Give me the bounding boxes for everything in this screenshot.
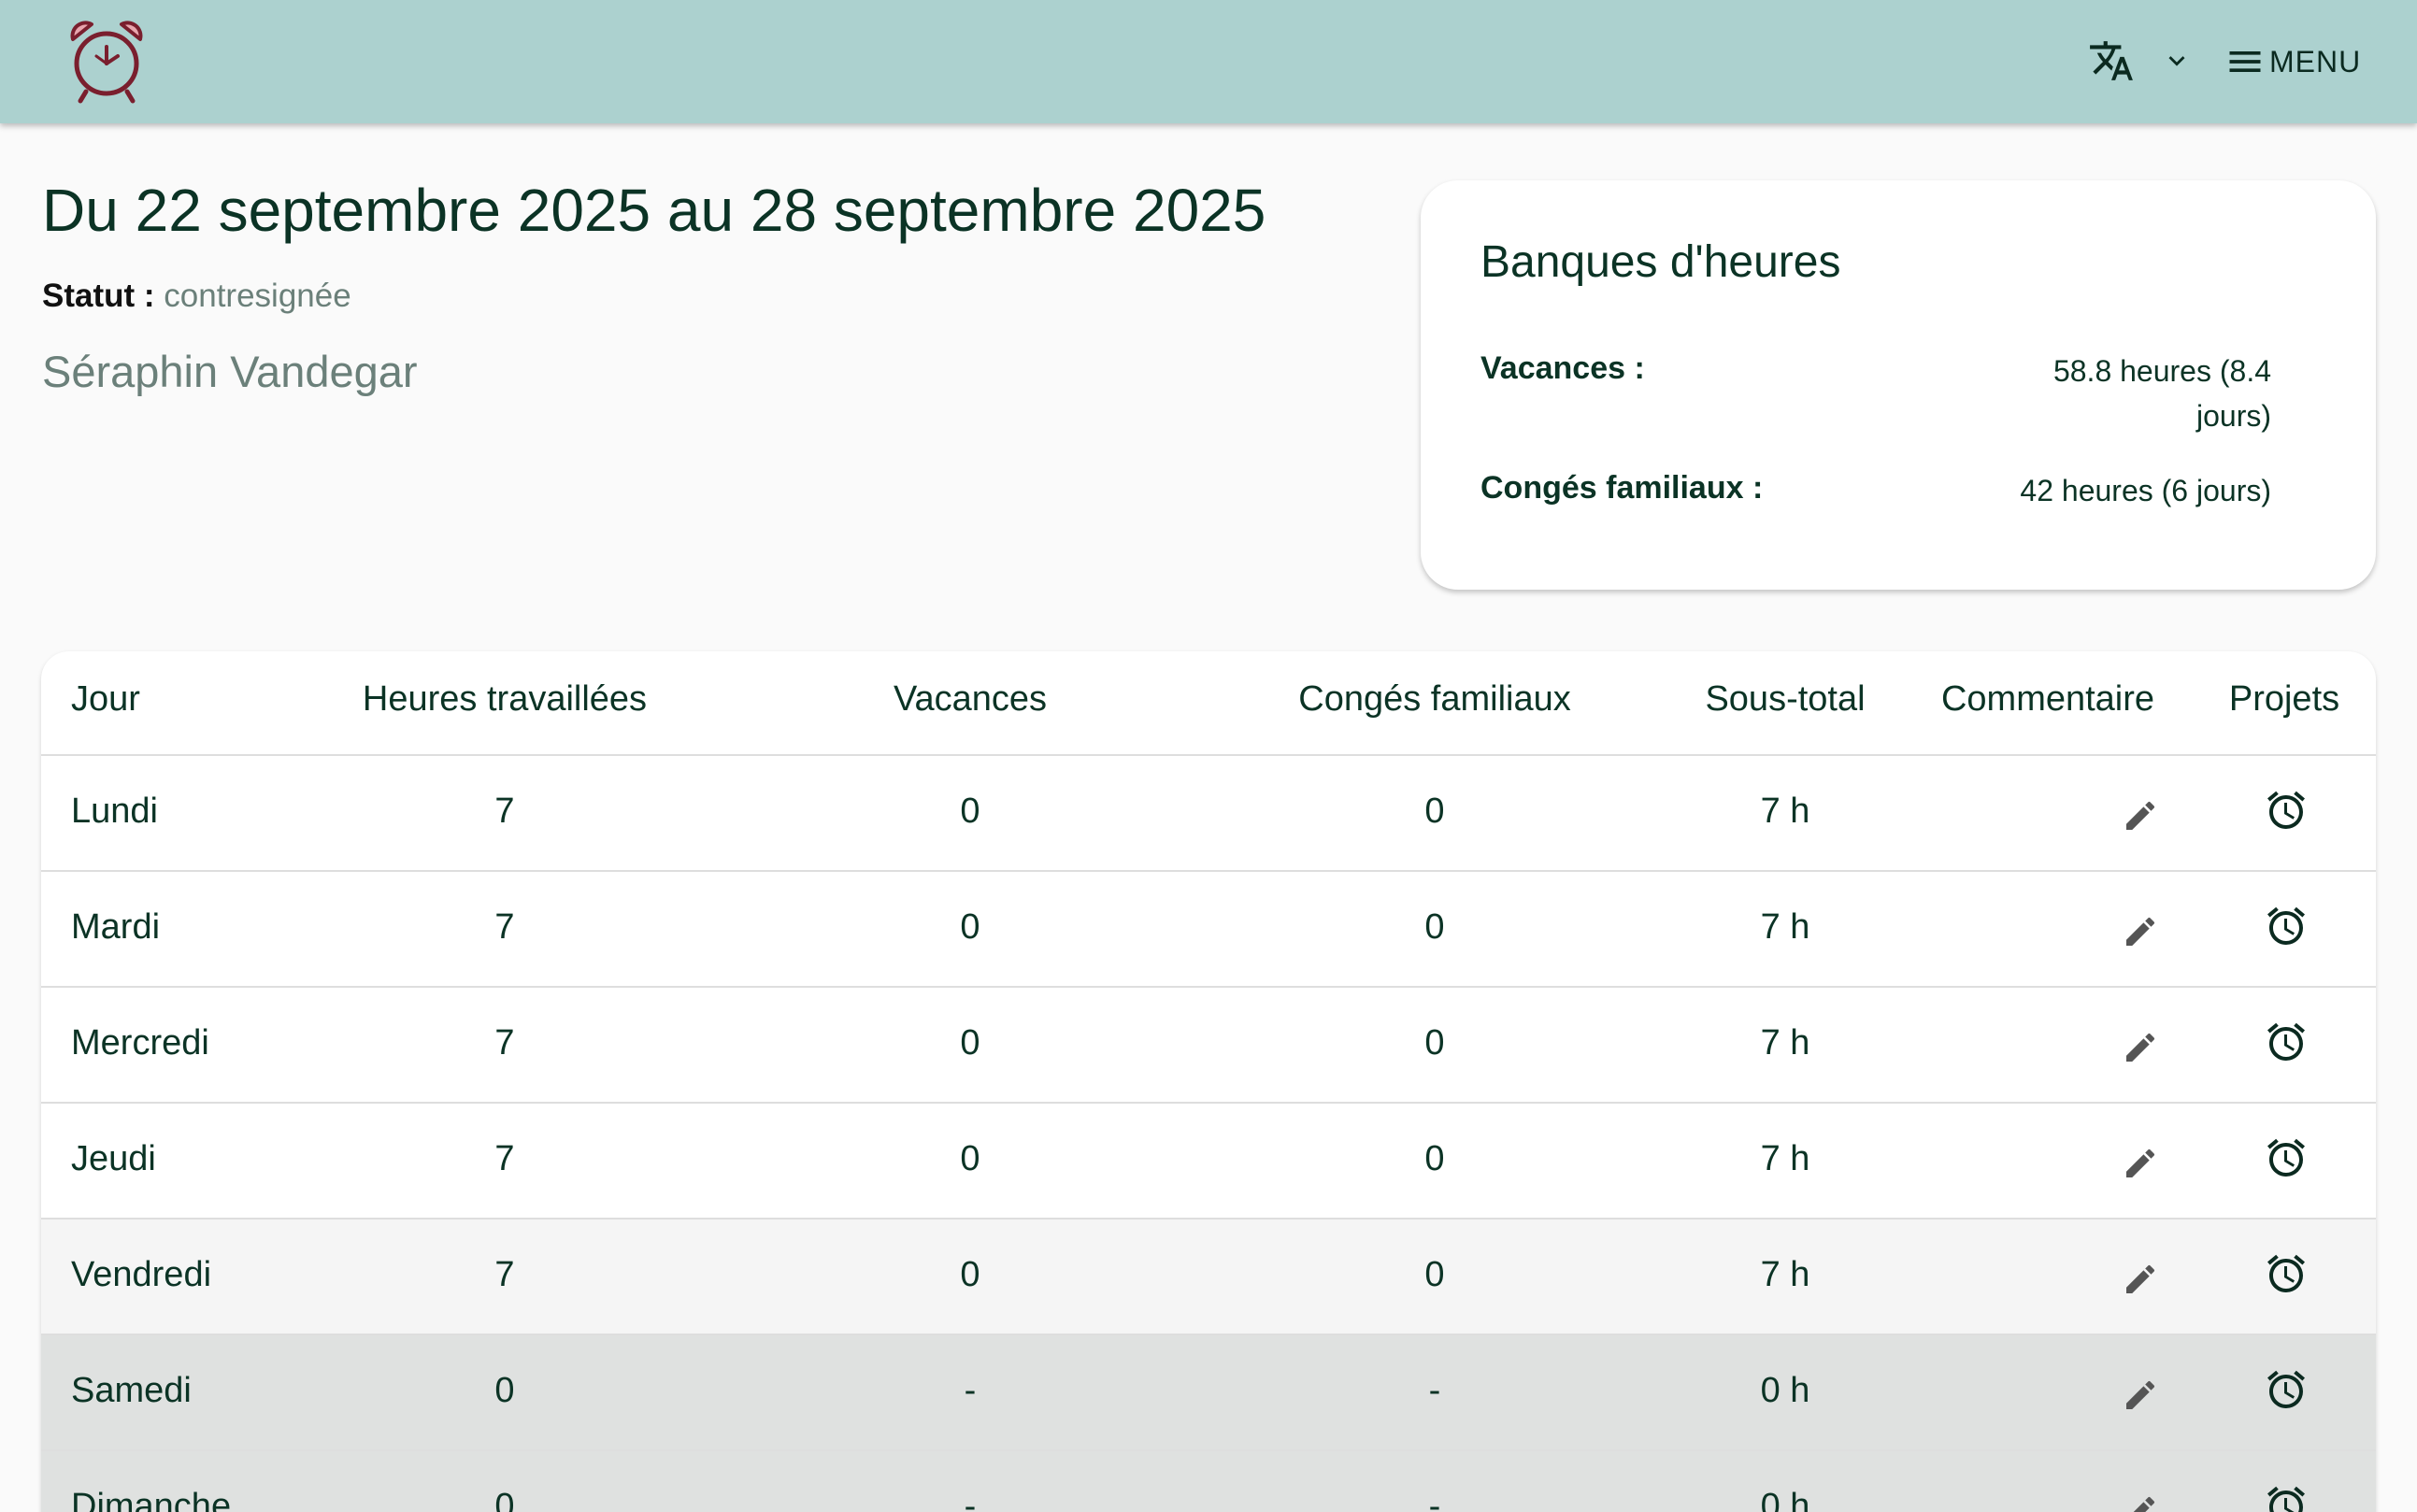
vacation-bank-label: Vacances : (1480, 350, 1645, 386)
translate-icon[interactable] (2088, 37, 2135, 84)
cell-family[interactable]: 0 (1424, 1255, 1444, 1295)
cell-subtotal: 7 h (1760, 792, 1810, 831)
cell-subtotal: 7 h (1760, 907, 1810, 947)
projects-alarm-icon[interactable] (2264, 1483, 2309, 1512)
column-header-projects[interactable]: Projets (2229, 679, 2339, 720)
edit-comment-pencil-icon[interactable] (2122, 1376, 2159, 1414)
cell-day: Mercredi (71, 1023, 209, 1063)
cell-vacation[interactable]: 0 (960, 792, 980, 832)
cell-worked[interactable]: 7 (494, 1139, 514, 1179)
cell-worked[interactable]: 7 (494, 1255, 514, 1295)
cell-day: Mardi (71, 907, 161, 947)
cell-vacation[interactable]: 0 (960, 907, 980, 948)
edit-comment-pencil-icon[interactable] (2122, 1145, 2159, 1182)
projects-alarm-icon[interactable] (2264, 1367, 2309, 1412)
column-header-comment[interactable]: Commentaire (1941, 679, 2154, 720)
cell-vacation[interactable]: 0 (960, 1023, 980, 1063)
table-row: Jeudi 7 0 0 7 h (41, 1104, 2376, 1220)
cell-family[interactable]: 0 (1424, 907, 1444, 948)
cell-day: Jeudi (71, 1139, 156, 1178)
app-bar: MENU (0, 0, 2417, 123)
vacation-bank-value-line1: 58.8 heures (8.4 (2052, 354, 2271, 388)
cell-subtotal: 7 h (1760, 1023, 1810, 1063)
table-row: Dimanche 0 - - 0 h (41, 1451, 2376, 1512)
column-header-vacation[interactable]: Vacances (894, 679, 1047, 720)
cell-day: Dimanche (71, 1487, 232, 1512)
projects-alarm-icon[interactable] (2264, 788, 2309, 833)
cell-family[interactable]: 0 (1424, 1023, 1444, 1063)
table-row: Mardi 7 0 0 7 h (41, 872, 2376, 988)
cell-subtotal: 0 h (1760, 1371, 1810, 1410)
cell-subtotal: 7 h (1760, 1255, 1810, 1294)
table-row: Mercredi 7 0 0 7 h (41, 988, 2376, 1104)
status-badge: contresignée (164, 278, 351, 314)
table-header: Jour Heures travaillées Vacances Congés … (41, 651, 2376, 756)
cell-day: Samedi (71, 1371, 192, 1410)
column-header-day[interactable]: Jour (71, 679, 140, 720)
cell-day: Vendredi (71, 1255, 212, 1294)
table-row: Samedi 0 - - 0 h (41, 1335, 2376, 1451)
cell-family[interactable]: 0 (1424, 1139, 1444, 1179)
column-header-family[interactable]: Congés familiaux (1298, 679, 1570, 720)
chevron-down-icon[interactable] (2161, 45, 2193, 77)
cell-worked[interactable]: 7 (494, 907, 514, 948)
edit-comment-pencil-icon[interactable] (2122, 797, 2159, 834)
projects-alarm-icon[interactable] (2264, 1251, 2309, 1296)
timesheet-table: Jour Heures travaillées Vacances Congés … (41, 651, 2376, 1512)
hour-banks-card: Banques d'heures Vacances : 58.8 heures … (1421, 180, 2376, 590)
cell-worked[interactable]: 0 (494, 1487, 514, 1512)
edit-comment-pencil-icon[interactable] (2122, 913, 2159, 950)
cell-vacation[interactable]: - (965, 1371, 977, 1411)
status-label: Statut : (42, 278, 155, 314)
cell-worked[interactable]: 0 (494, 1371, 514, 1411)
hamburger-icon (2229, 51, 2261, 72)
cell-vacation[interactable]: 0 (960, 1139, 980, 1179)
cell-day: Lundi (71, 792, 158, 831)
edit-comment-pencil-icon[interactable] (2122, 1492, 2159, 1512)
column-header-worked[interactable]: Heures travaillées (363, 679, 647, 720)
menu-label: MENU (2269, 44, 2362, 78)
projects-alarm-icon[interactable] (2264, 1135, 2309, 1180)
employee-name: Séraphin Vandegar (42, 347, 418, 396)
cell-worked[interactable]: 7 (494, 1023, 514, 1063)
cell-subtotal: 0 h (1760, 1487, 1810, 1512)
family-bank-label: Congés familiaux : (1480, 470, 1764, 506)
page-title: Du 22 septembre 2025 au 28 septembre 202… (42, 177, 1266, 244)
family-bank-value: 42 heures (6 jours) (2020, 474, 2271, 507)
hour-banks-title: Banques d'heures (1480, 237, 1841, 287)
cell-worked[interactable]: 7 (494, 792, 514, 832)
cell-vacation[interactable]: 0 (960, 1255, 980, 1295)
cell-subtotal: 7 h (1760, 1139, 1810, 1178)
cell-family[interactable]: - (1429, 1371, 1441, 1411)
alarm-clock-logo-icon[interactable] (67, 19, 146, 105)
projects-alarm-icon[interactable] (2264, 1020, 2309, 1064)
table-row: Vendredi 7 0 0 7 h (41, 1220, 2376, 1335)
cell-family[interactable]: 0 (1424, 792, 1444, 832)
edit-comment-pencil-icon[interactable] (2122, 1261, 2159, 1298)
menu-button[interactable]: MENU (2224, 34, 2365, 90)
vacation-bank-value: 58.8 heures (8.4 jours) (2053, 349, 2271, 438)
projects-alarm-icon[interactable] (2264, 904, 2309, 949)
edit-comment-pencil-icon[interactable] (2122, 1029, 2159, 1066)
status-line: Statut : contresignée (42, 278, 351, 315)
cell-vacation[interactable]: - (965, 1487, 977, 1512)
column-header-subtotal[interactable]: Sous-total (1705, 679, 1865, 720)
table-row: Lundi 7 0 0 7 h (41, 756, 2376, 872)
vacation-bank-value-line2: jours) (2195, 399, 2271, 433)
cell-family[interactable]: - (1429, 1487, 1441, 1512)
